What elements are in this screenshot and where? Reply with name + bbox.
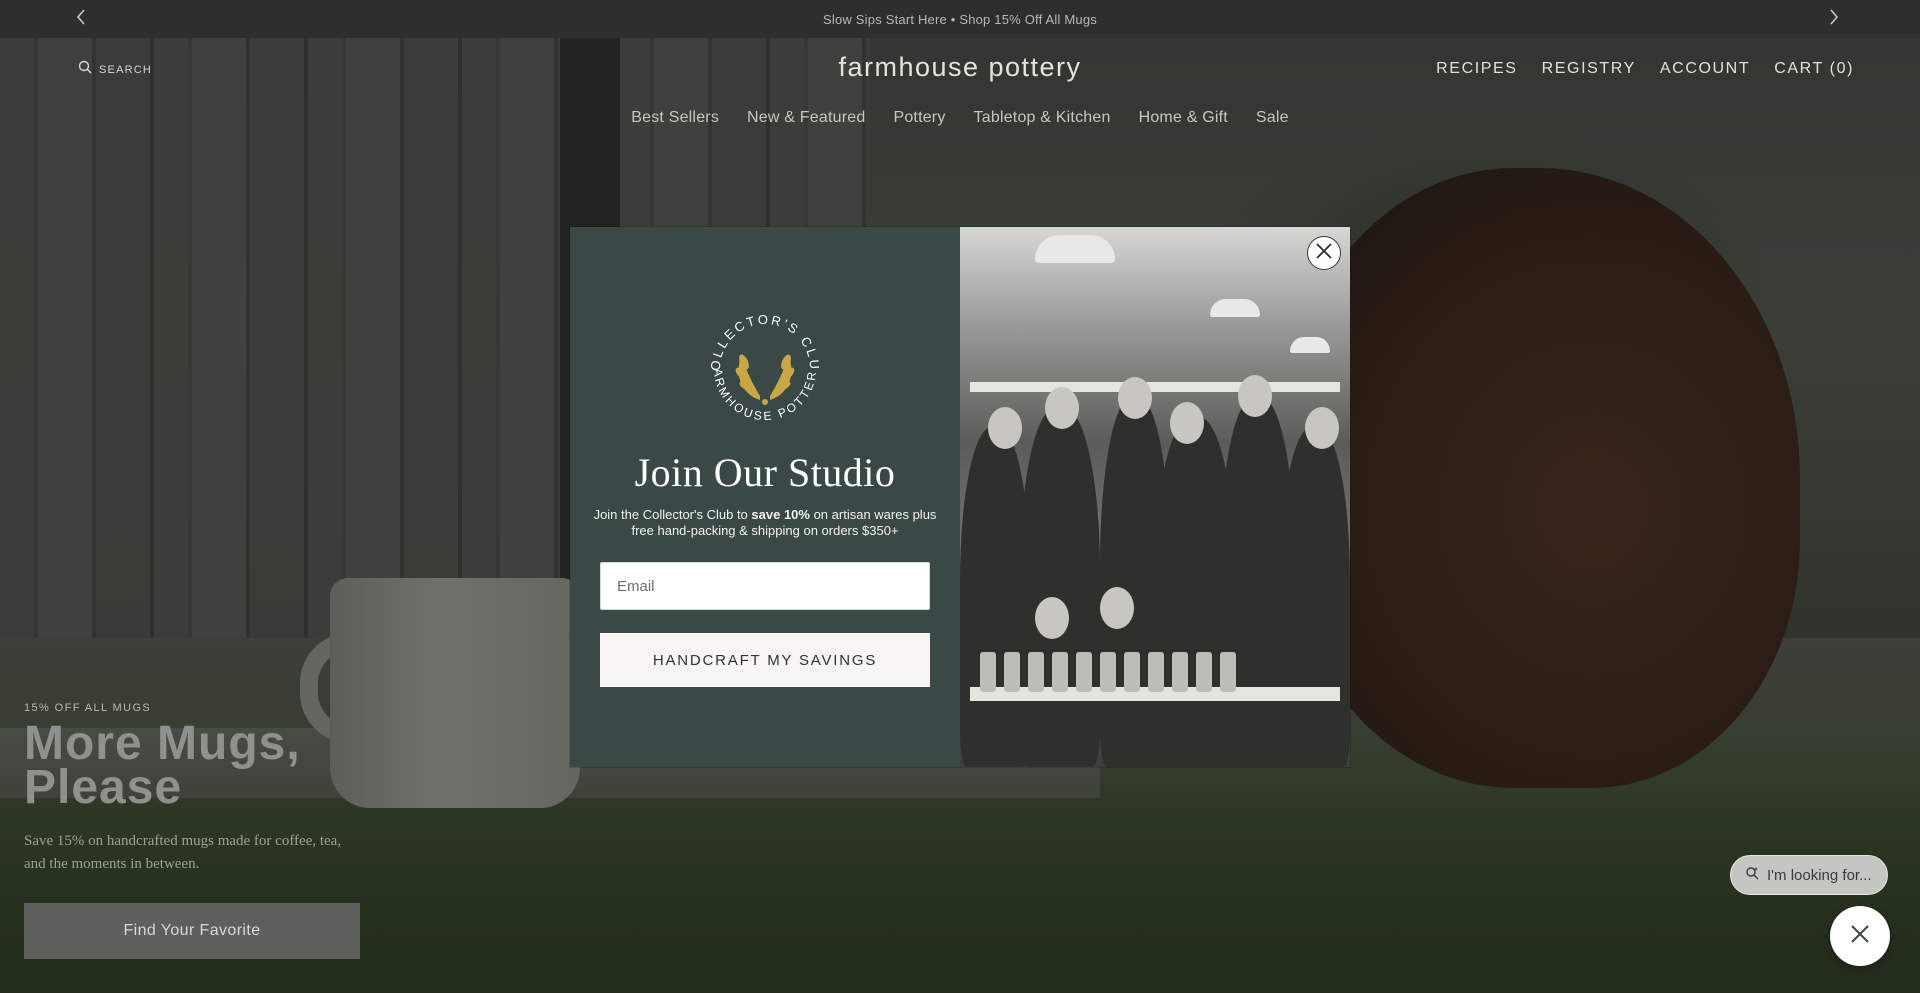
nav-item-tabletop-kitchen[interactable]: Tabletop & Kitchen — [974, 109, 1111, 127]
nav-item-pottery[interactable]: Pottery — [893, 109, 945, 127]
svg-text:COLLECTOR'S CLUB: COLLECTOR'S CLUB — [698, 302, 822, 372]
account-link[interactable]: ACCOUNT — [1660, 60, 1750, 78]
handcraft-my-savings-button[interactable]: HANDCRAFT MY SAVINGS — [600, 633, 930, 687]
nav-item-best-sellers[interactable]: Best Sellers — [631, 109, 719, 127]
cup — [1052, 652, 1068, 692]
newsletter-modal: COLLECTOR'S CLUB FARMHOUSE POTTERY — [570, 227, 1350, 767]
announcement-text[interactable]: Slow Sips Start Here • Shop 15% Off All … — [823, 12, 1097, 27]
face — [988, 407, 1022, 449]
cup — [1028, 652, 1044, 692]
face — [1118, 377, 1152, 419]
face — [1238, 375, 1272, 417]
cup — [1172, 652, 1188, 692]
cart-link[interactable]: CART (0) — [1774, 60, 1854, 78]
email-field[interactable] — [600, 562, 930, 610]
looking-for-button[interactable]: I'm looking for... — [1730, 855, 1888, 895]
announcement-bar: Slow Sips Start Here • Shop 15% Off All … — [0, 0, 1920, 38]
collectors-club-badge: COLLECTOR'S CLUB FARMHOUSE POTTERY — [692, 290, 832, 436]
person — [1280, 427, 1350, 767]
cup — [1124, 652, 1140, 692]
badge-top-text: COLLECTOR'S CLUB — [692, 290, 820, 372]
registry-link[interactable]: REGISTRY — [1542, 60, 1636, 78]
person — [1020, 407, 1100, 767]
nav-item-home-gift[interactable]: Home & Gift — [1139, 109, 1228, 127]
cup — [980, 652, 996, 692]
recipes-link[interactable]: RECIPES — [1436, 60, 1517, 78]
cup — [1004, 652, 1020, 692]
hero-eyebrow: 15% OFF ALL MUGS — [24, 702, 152, 714]
cup — [1076, 652, 1092, 692]
hero-headline: More Mugs, Please — [24, 717, 384, 814]
cup — [1196, 652, 1212, 692]
looking-for-label: I'm looking for... — [1767, 866, 1872, 884]
cup — [1220, 652, 1236, 692]
modal-title: Join Our Studio — [634, 450, 896, 495]
close-icon — [1316, 242, 1332, 264]
search-sparkle-icon — [1745, 866, 1759, 885]
face — [1035, 597, 1069, 639]
utility-nav: RECIPES REGISTRY ACCOUNT CART (0) — [1436, 60, 1854, 78]
face — [1045, 387, 1079, 429]
face — [1170, 402, 1204, 444]
hero-subtext: Save 15% on handcrafted mugs made for co… — [24, 833, 342, 872]
hero-headline-line-1: More Mugs, — [24, 717, 301, 770]
chat-close-button[interactable] — [1830, 906, 1890, 966]
modal-close-button[interactable] — [1307, 236, 1341, 270]
hero-copy: 15% OFF ALL MUGS More Mugs, Please Save … — [24, 702, 384, 876]
face — [1305, 407, 1339, 449]
main-nav: Best Sellers New & Featured Pottery Tabl… — [0, 109, 1920, 127]
modal-body-text: Join the Collector's Club to save 10% on… — [592, 507, 938, 539]
modal-body-bold: save 10% — [751, 507, 810, 522]
site-header: SEARCH farmhouse pottery RECIPES REGISTR… — [0, 38, 1920, 138]
studio-team-photo — [960, 227, 1350, 767]
nav-item-sale[interactable]: Sale — [1256, 109, 1289, 127]
modal-body-pre: Join the Collector's Club to — [593, 507, 752, 522]
hero-headline-line-2: Please — [24, 761, 183, 814]
lamp — [1290, 337, 1330, 353]
chevron-left-icon[interactable] — [70, 8, 92, 30]
find-your-favorite-button[interactable]: Find Your Favorite — [24, 903, 360, 959]
face — [1100, 587, 1134, 629]
cup — [1148, 652, 1164, 692]
laurel-wreath-icon — [735, 354, 795, 405]
nav-item-new-featured[interactable]: New & Featured — [747, 109, 865, 127]
close-icon — [1851, 924, 1869, 948]
cup — [1100, 652, 1116, 692]
lamp — [1210, 299, 1260, 317]
modal-form-panel: COLLECTOR'S CLUB FARMHOUSE POTTERY — [570, 227, 960, 767]
lamp — [1035, 235, 1115, 263]
chevron-right-icon[interactable] — [1823, 8, 1845, 30]
shelf — [970, 382, 1340, 392]
